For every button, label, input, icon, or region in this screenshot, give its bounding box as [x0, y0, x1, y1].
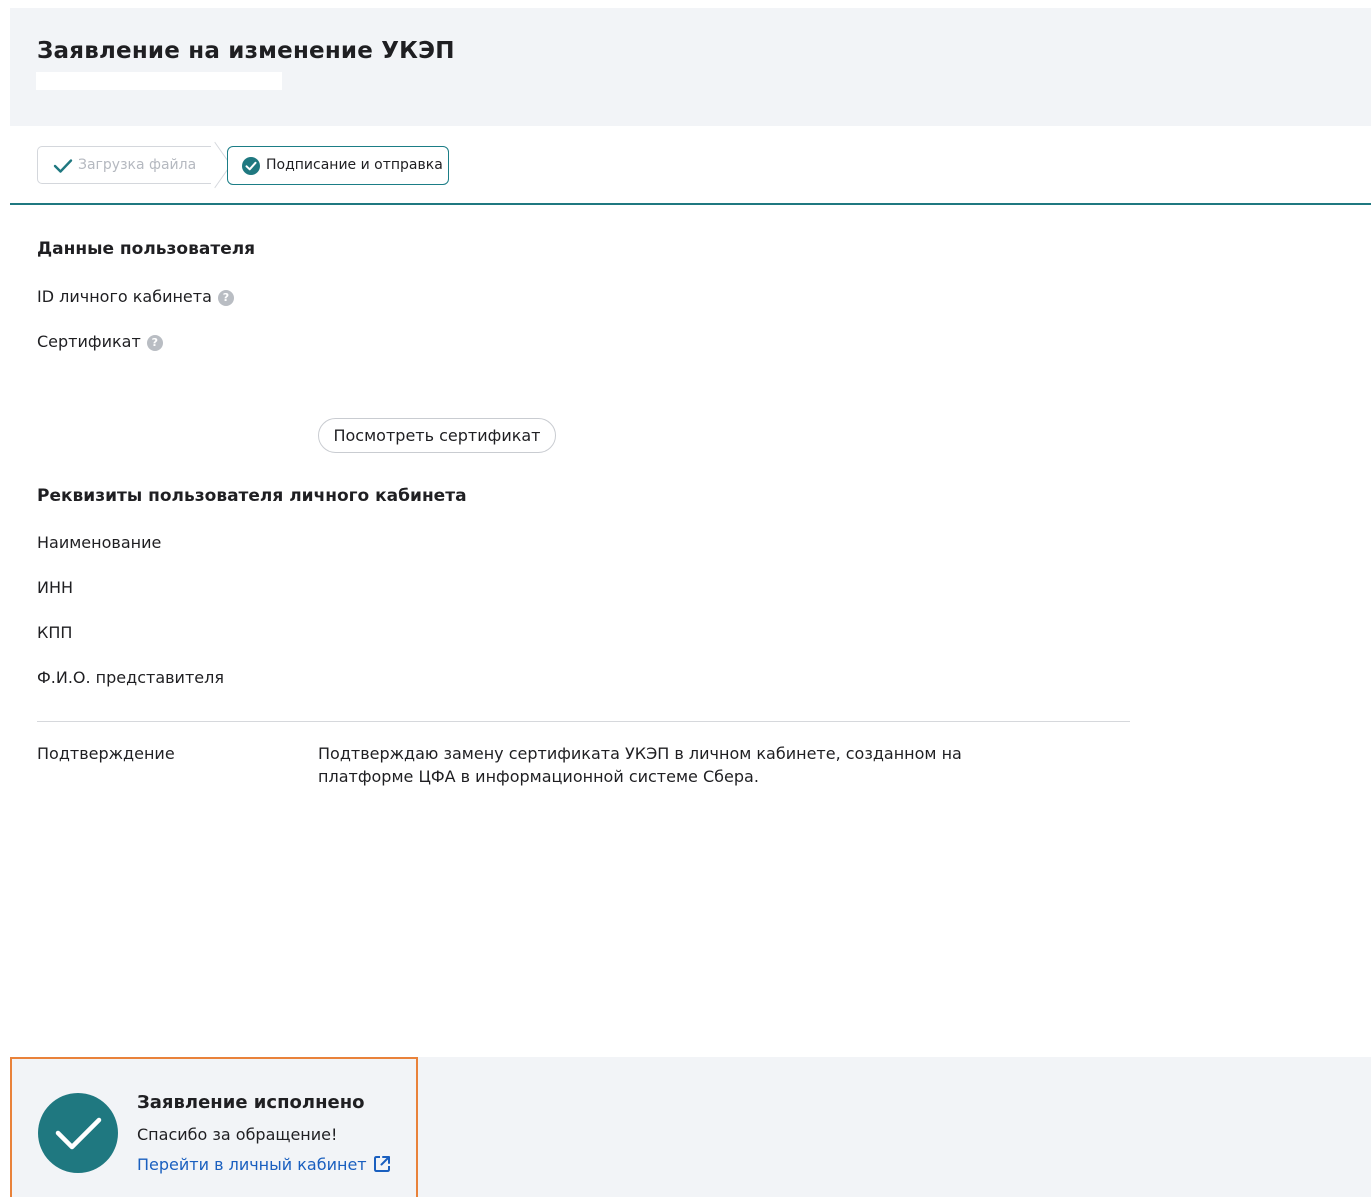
certificate-label-text: Сертификат	[37, 332, 141, 351]
name-label: Наименование	[37, 533, 162, 552]
certificate-label: Сертификат?	[37, 332, 163, 351]
user-data-title: Данные пользователя	[37, 239, 256, 259]
inn-label: ИНН	[37, 578, 74, 597]
check-circle-icon	[242, 157, 260, 175]
step-sign-and-send[interactable]: Подписание и отправка	[227, 146, 449, 185]
notice-title: Заявление исполнено	[137, 1092, 365, 1113]
success-notice: Заявление исполнено Спасибо за обращение…	[10, 1057, 418, 1197]
go-to-account-link[interactable]: Перейти в личный кабинет	[137, 1155, 391, 1174]
notice-subtitle: Спасибо за обращение!	[137, 1125, 338, 1144]
page: Заявление на изменение УКЭП Загрузка фай…	[0, 0, 1371, 1197]
go-to-account-link-text: Перейти в личный кабинет	[137, 1155, 367, 1174]
page-header: Заявление на изменение УКЭП	[10, 8, 1371, 126]
step-sign-and-send-label: Подписание и отправка	[266, 157, 443, 173]
checkmark-icon	[53, 159, 73, 173]
step-upload-file-label: Загрузка файла	[78, 157, 197, 173]
representative-name-label: Ф.И.О. представителя	[37, 668, 224, 687]
help-icon[interactable]: ?	[217, 289, 234, 306]
confirmation-label: Подтверждение	[37, 744, 175, 763]
account-id-label: ID личного кабинета?	[37, 287, 234, 306]
page-title: Заявление на изменение УКЭП	[37, 38, 455, 64]
kpp-label: КПП	[37, 623, 73, 642]
redacted-subtitle	[36, 72, 282, 90]
success-check-icon	[38, 1093, 118, 1173]
help-icon[interactable]: ?	[146, 334, 163, 351]
requisites-title: Реквизиты пользователя личного кабинета	[37, 486, 467, 506]
account-id-label-text: ID личного кабинета	[37, 287, 212, 306]
step-upload-file[interactable]: Загрузка файла	[37, 146, 211, 184]
external-link-icon	[373, 1156, 390, 1172]
section-divider	[37, 721, 1130, 722]
confirmation-text: Подтверждаю замену сертификата УКЭП в ли…	[318, 744, 962, 786]
view-certificate-button[interactable]: Посмотреть сертификат	[318, 418, 556, 453]
stepper-divider	[10, 203, 1371, 205]
